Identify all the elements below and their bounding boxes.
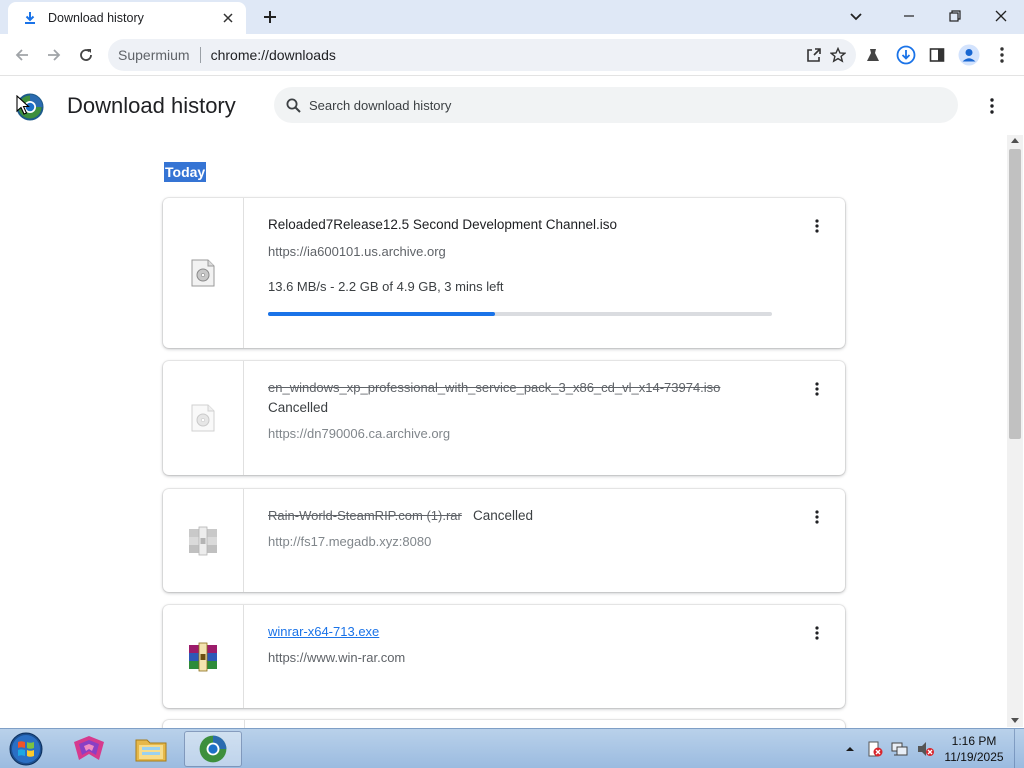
download-file-name[interactable]: Reloaded7Release12.5 Second Development … bbox=[268, 217, 617, 232]
mouse-cursor-icon bbox=[16, 94, 30, 115]
clock-date: 11/19/2025 bbox=[944, 750, 1004, 764]
download-item-icon-column bbox=[163, 605, 244, 708]
profile-avatar-icon[interactable] bbox=[958, 44, 980, 66]
extension-icon[interactable] bbox=[862, 44, 884, 66]
omnibox-host: Supermium bbox=[118, 47, 190, 63]
forward-button[interactable] bbox=[41, 42, 67, 68]
download-more-options-icon[interactable] bbox=[805, 505, 829, 529]
page-title: Download history bbox=[67, 93, 236, 118]
network-icon[interactable] bbox=[891, 741, 909, 757]
winrar-icon[interactable] bbox=[187, 642, 219, 672]
restore-button[interactable] bbox=[932, 0, 978, 32]
system-tray bbox=[845, 729, 935, 768]
download-source-url[interactable]: https://www.win-rar.com bbox=[268, 650, 405, 665]
page-more-options-icon[interactable] bbox=[980, 95, 1004, 117]
disc-file-icon[interactable] bbox=[191, 404, 215, 432]
download-source-url[interactable]: http://fs17.megadb.xyz:8080 bbox=[268, 534, 431, 549]
downloads-page-header: Download history bbox=[0, 77, 1024, 135]
omnibox-separator bbox=[199, 47, 201, 63]
download-status-cancelled: Cancelled bbox=[473, 508, 534, 523]
download-source-url[interactable]: https://dn790006.ca.archive.org bbox=[268, 426, 450, 441]
minimize-button[interactable] bbox=[886, 0, 932, 32]
search-box[interactable] bbox=[274, 87, 958, 123]
download-item: en_windows_xp_professional_with_service_… bbox=[163, 361, 845, 475]
download-status-cancelled: Cancelled bbox=[268, 400, 329, 415]
download-source-url[interactable]: https://ia600101.us.archive.org bbox=[268, 244, 446, 259]
downloads-icon[interactable] bbox=[895, 44, 917, 66]
browser-toolbar: Supermium chrome://downloads bbox=[0, 34, 1024, 76]
download-item-icon-column bbox=[163, 361, 244, 475]
scroll-up-arrow-icon[interactable] bbox=[1011, 138, 1019, 143]
download-item: Rain-World-SteamRIP.com (1).rar Cancelle… bbox=[163, 489, 845, 592]
download-item-icon-column bbox=[163, 489, 244, 592]
search-icon bbox=[286, 98, 301, 113]
new-tab-button[interactable] bbox=[258, 5, 282, 29]
scroll-down-arrow-icon[interactable] bbox=[1011, 718, 1019, 723]
download-item-divider bbox=[244, 720, 245, 728]
tab-search-dropdown-icon[interactable] bbox=[842, 4, 870, 30]
download-item: winrar-x64-713.exe https://www.win-rar.c… bbox=[163, 605, 845, 708]
browser-menu-icon[interactable] bbox=[991, 44, 1013, 66]
download-progress-fill bbox=[268, 312, 495, 316]
download-more-options-icon[interactable] bbox=[805, 214, 829, 238]
volume-muted-icon[interactable] bbox=[917, 741, 935, 757]
download-progress-bar bbox=[268, 312, 772, 316]
close-window-button[interactable] bbox=[978, 0, 1024, 32]
side-panel-icon[interactable] bbox=[926, 44, 948, 66]
taskbar-app-icon[interactable] bbox=[60, 731, 118, 767]
tab-title: Download history bbox=[48, 11, 144, 25]
taskbar-clock[interactable]: 1:16 PM 11/19/2025 bbox=[938, 733, 1010, 765]
archive-file-icon[interactable] bbox=[187, 526, 219, 556]
download-file-name-link[interactable]: winrar-x64-713.exe bbox=[268, 624, 379, 639]
tab-download-history[interactable]: Download history bbox=[8, 2, 246, 34]
download-icon bbox=[22, 10, 38, 26]
title-bar: Download history bbox=[0, 0, 1024, 34]
download-item-icon-column bbox=[163, 198, 244, 348]
page-scrollbar[interactable] bbox=[1007, 135, 1023, 727]
search-input[interactable] bbox=[309, 97, 909, 113]
bookmark-star-icon[interactable] bbox=[828, 45, 848, 65]
download-progress-status: 13.6 MB/s - 2.2 GB of 4.9 GB, 3 mins lef… bbox=[268, 279, 504, 294]
download-file-name: Rain-World-SteamRIP.com (1).rar bbox=[268, 508, 462, 523]
address-bar[interactable]: Supermium chrome://downloads bbox=[108, 39, 856, 71]
windows-taskbar: 1:16 PM 11/19/2025 bbox=[0, 728, 1024, 768]
disc-file-icon[interactable] bbox=[191, 259, 215, 287]
omnibox-url: chrome://downloads bbox=[210, 47, 336, 63]
download-more-options-icon[interactable] bbox=[805, 621, 829, 645]
download-item bbox=[163, 720, 845, 728]
show-desktop-button[interactable] bbox=[1014, 729, 1024, 768]
download-item: Reloaded7Release12.5 Second Development … bbox=[163, 198, 845, 348]
reload-button[interactable] bbox=[73, 42, 99, 68]
action-center-alert-icon[interactable] bbox=[867, 741, 883, 757]
start-button[interactable] bbox=[6, 731, 46, 767]
share-icon[interactable] bbox=[804, 45, 824, 65]
download-file-name: en_windows_xp_professional_with_service_… bbox=[268, 380, 721, 395]
close-tab-icon[interactable] bbox=[218, 8, 238, 28]
download-more-options-icon[interactable] bbox=[805, 377, 829, 401]
file-explorer-icon[interactable] bbox=[122, 731, 180, 767]
show-hidden-icons-icon[interactable] bbox=[845, 746, 859, 752]
date-header: Today bbox=[164, 162, 207, 182]
clock-time: 1:16 PM bbox=[951, 734, 997, 748]
back-button[interactable] bbox=[9, 42, 35, 68]
scroll-thumb[interactable] bbox=[1009, 149, 1021, 439]
supermium-taskbar-icon[interactable] bbox=[184, 731, 242, 767]
